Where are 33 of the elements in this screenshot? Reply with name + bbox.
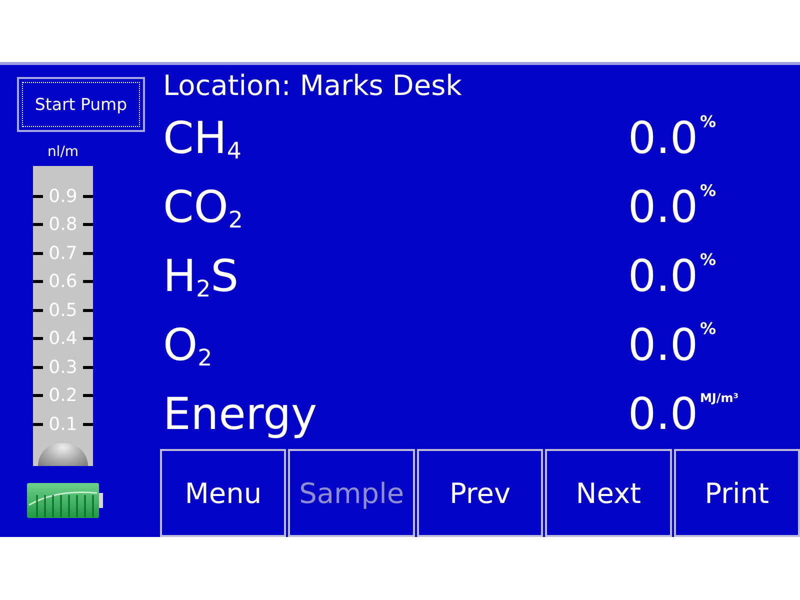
scale-tick: 0.4 (33, 324, 93, 353)
scale-tick: 0.3 (33, 353, 93, 382)
reading-unit: % (700, 182, 716, 200)
reading-value: 0.0 (628, 250, 698, 303)
slider-thumb[interactable] (38, 443, 88, 466)
toolbar-button[interactable]: Menu (160, 449, 286, 537)
reading-value: 0.0 (628, 320, 698, 372)
scale-tick: 0.8 (33, 210, 93, 239)
gas-name: CO$_{2}$ (162, 182, 243, 234)
scale-tick: 0.2 (33, 382, 93, 410)
gas-name: CH$_{4}$ (162, 113, 242, 166)
reading-value: 0.0 (628, 113, 698, 166)
flow-unit-label: nl/m (46, 143, 80, 162)
scale-tick: 0.6 (33, 268, 93, 296)
location-label: Location: Marks Desk (162, 68, 463, 104)
reading-value: 0.0 (628, 182, 698, 234)
reading-unit: MJ/m³ (700, 390, 739, 407)
toolbar-button[interactable]: Prev (416, 449, 544, 537)
reading-value: 0.0 (628, 388, 698, 441)
scale-tick: 0.1 (33, 410, 93, 438)
battery-icon (27, 483, 103, 518)
start-pump-button[interactable]: Start Pump (17, 77, 145, 132)
gas-name: O$_{2}$ (162, 320, 212, 372)
toolbar-button[interactable]: Print (674, 449, 800, 537)
scale-tick: 0.7 (33, 239, 93, 268)
scale-tick: 0.5 (33, 296, 93, 324)
toolbar-button[interactable]: Next (545, 449, 672, 537)
reading-unit: % (700, 250, 716, 269)
reading-unit: % (700, 113, 716, 132)
gas-name: Energy (162, 388, 318, 441)
scale-tick: 0.9 (33, 182, 93, 210)
gas-name: H$_{2}$S (162, 250, 239, 303)
reading-unit: % (700, 320, 716, 338)
